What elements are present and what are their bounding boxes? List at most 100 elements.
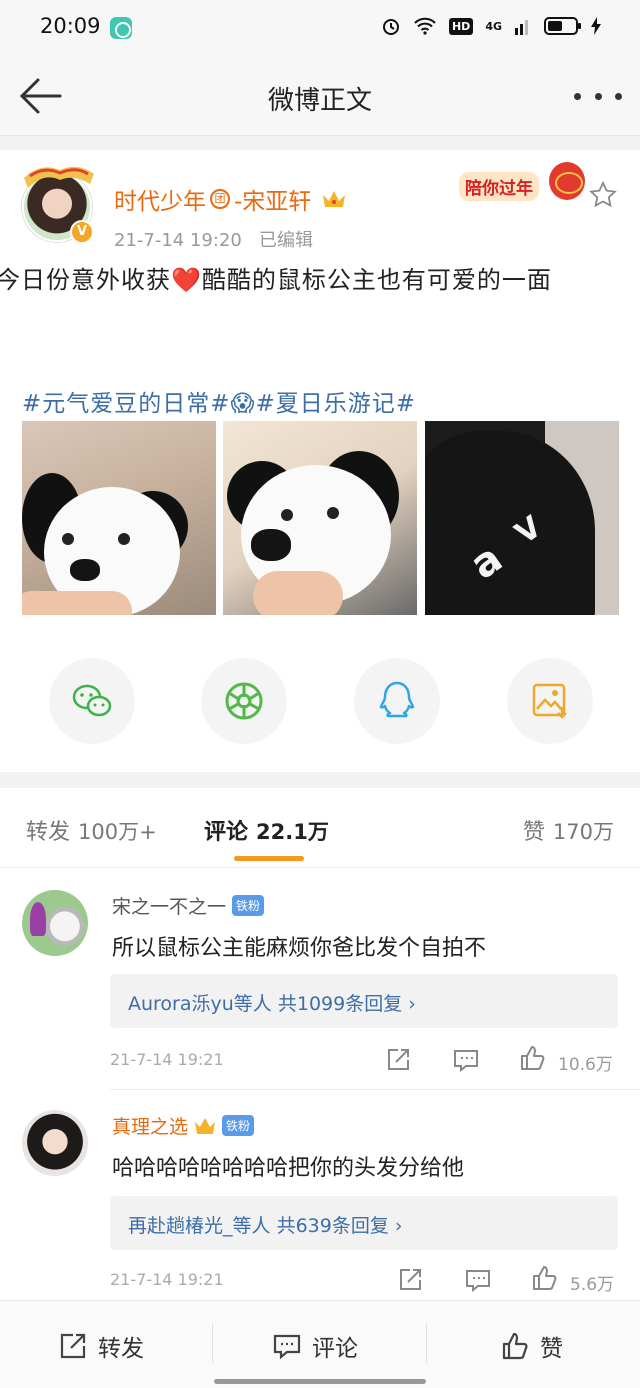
reply-preview-text: Aurora泺yu等人 共1099条回复 ›: [128, 989, 416, 1016]
group-badge: 团: [210, 189, 230, 209]
comment-button[interactable]: 评论: [272, 1329, 358, 1363]
repost-button[interactable]: 转发: [58, 1329, 144, 1363]
charging-icon: [591, 17, 601, 35]
reply-count: 共639条回复 ›: [276, 1215, 403, 1237]
reply-comment-icon[interactable]: [452, 1046, 480, 1074]
comment-icon: [273, 1334, 301, 1360]
comment-like-count: 5.6万: [570, 1275, 615, 1295]
comment-avatar[interactable]: [22, 1110, 88, 1176]
hand: [253, 571, 343, 615]
dog-nose: [251, 529, 291, 561]
verified-badge-icon: V: [70, 220, 94, 244]
more-dots-icon[interactable]: [574, 80, 622, 112]
bar-separator: [426, 1323, 427, 1363]
comment-date: 21-7-14 19:21: [110, 1270, 224, 1289]
app-notification-icon: [110, 17, 132, 39]
battery-icon: [544, 17, 581, 35]
post-time: 21-7-14 19:20: [114, 230, 242, 251]
share-wechat-button[interactable]: [49, 658, 135, 744]
reply-preview-text: 再赴趟椿光_等人 共639条回复 ›: [128, 1211, 402, 1238]
edited-label: 已编辑: [259, 230, 314, 251]
repost-icon: [60, 1333, 86, 1359]
share-qq-button[interactable]: [354, 658, 440, 744]
author-name[interactable]: 时代少年团 -宋亚轩: [114, 182, 347, 216]
post-photo-1[interactable]: [22, 421, 216, 615]
author-name-suffix: -宋亚轩: [234, 189, 312, 215]
tab-comments[interactable]: 评论 22.1万: [204, 814, 329, 846]
dog-eye: [281, 509, 293, 521]
status-icons: HD 4G: [381, 16, 602, 36]
page-title: 微博正文: [267, 86, 372, 116]
like-thumb-icon[interactable]: [518, 1044, 546, 1072]
tab-count: 170万: [552, 820, 614, 844]
lantern-icon: [549, 162, 585, 200]
tab-count: 100万+: [78, 820, 157, 844]
hand: [22, 591, 132, 615]
like-button[interactable]: 赞: [500, 1329, 563, 1363]
status-bar: 20:09 HD 4G: [0, 0, 640, 58]
dog-nose: [70, 559, 100, 581]
repost-label: 转发: [98, 1336, 144, 1362]
comment-avatar[interactable]: [22, 890, 88, 956]
tab-label: 转发: [26, 820, 71, 845]
reply-comment-icon[interactable]: [464, 1266, 492, 1294]
fan-badge: 铁粉: [232, 895, 265, 916]
share-moments-button[interactable]: [201, 658, 287, 744]
nav-bar: 微博正文: [0, 58, 640, 136]
tab-count: 22.1万: [256, 820, 329, 844]
comment-date: 21-7-14 19:21: [110, 1050, 224, 1069]
crown-icon: [195, 1117, 216, 1134]
dog-eye: [62, 533, 74, 545]
share-comment-icon[interactable]: [384, 1046, 412, 1074]
like-label: 赞: [540, 1336, 563, 1362]
bottom-action-bar: 转发 评论 赞: [0, 1300, 640, 1388]
fan-badge: 铁粉: [222, 1115, 255, 1136]
new-year-frame-icon: [24, 166, 94, 188]
comment-author-name: 真理之选: [112, 1116, 189, 1138]
tab-label: 评论: [204, 820, 249, 845]
qq-penguin-icon: [379, 681, 415, 718]
section-gap: [0, 772, 640, 788]
tab-label: 赞: [522, 820, 545, 845]
comment-author-name: 宋之一不之一: [112, 896, 227, 918]
alarm-icon: [382, 19, 399, 35]
save-image-button[interactable]: [507, 658, 593, 744]
like-thumb-icon[interactable]: [530, 1264, 558, 1292]
reply-preview[interactable]: 再赴趟椿光_等人 共639条回复 ›: [110, 1196, 618, 1250]
comment-author[interactable]: 真理之选 铁粉: [112, 1112, 255, 1139]
tulip: [30, 902, 46, 936]
dog-eye: [327, 507, 339, 519]
post-meta: 21-7-14 19:20 已编辑: [114, 226, 313, 252]
like-thumb-icon: [502, 1332, 528, 1360]
post-photo-3[interactable]: a V: [425, 421, 619, 615]
interaction-tabs: 转发 100万+ 评论 22.1万 赞 170万: [0, 788, 640, 868]
reply-preview[interactable]: Aurora泺yu等人 共1099条回复 ›: [110, 974, 618, 1028]
hd-icon: HD: [448, 17, 474, 35]
comment-item: 宋之一不之一 铁粉 所以鼠标公主能麻烦你爸比发个自拍不 Aurora泺yu等人 …: [0, 868, 640, 1090]
home-indicator[interactable]: [214, 1379, 426, 1384]
comment-like-count: 10.6万: [558, 1055, 613, 1075]
reply-names: 再赴趟椿光_等人: [128, 1215, 271, 1237]
favorite-star-icon[interactable]: [588, 180, 618, 210]
comment-label: 评论: [312, 1336, 358, 1362]
comment-item: 真理之选 铁粉 哈哈哈哈哈哈哈哈把你的头发分给他 再赴趟椿光_等人 共639条回…: [0, 1090, 640, 1300]
reply-count: 共1099条回复 ›: [277, 993, 416, 1015]
bar-separator: [212, 1323, 213, 1363]
signal-icon: [515, 20, 528, 35]
post-photo-2[interactable]: [223, 421, 417, 615]
save-image-icon: [532, 683, 567, 719]
tab-repost[interactable]: 转发 100万+: [26, 814, 157, 846]
reply-names: Aurora泺yu等人: [128, 993, 272, 1015]
post-hashtags[interactable]: #元气爱豆的日常#😱#夏日乐游记#: [22, 384, 416, 418]
new-year-promo[interactable]: 陪你过年: [455, 160, 595, 206]
comment-author[interactable]: 宋之一不之一 铁粉: [112, 892, 265, 919]
status-time: 20:09: [40, 14, 101, 38]
network-label: 4G: [485, 19, 502, 33]
comment-text: 哈哈哈哈哈哈哈哈把你的头发分给他: [112, 1156, 465, 1181]
crown-icon: [323, 191, 346, 207]
comment-text: 所以鼠标公主能麻烦你爸比发个自拍不: [112, 936, 487, 961]
tab-likes[interactable]: 赞 170万: [523, 814, 614, 846]
share-comment-icon[interactable]: [396, 1266, 424, 1294]
moments-aperture-icon: [225, 682, 263, 720]
author-name-prefix: 时代少年: [114, 189, 206, 215]
